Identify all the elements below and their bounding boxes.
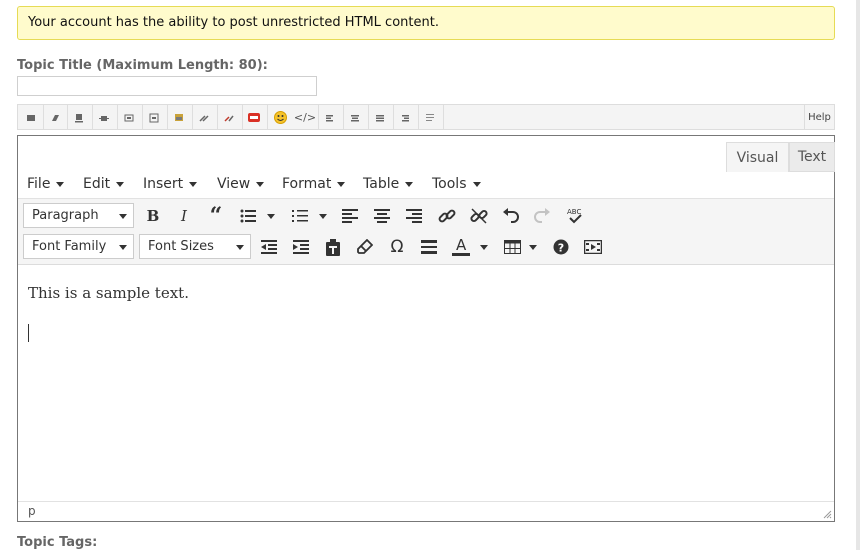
text-color-icon[interactable]: A	[448, 234, 474, 260]
chevron-down-icon	[480, 244, 488, 250]
special-character-icon[interactable]: Ω	[384, 234, 410, 260]
table-icon[interactable]	[499, 234, 525, 260]
text-color-dropdown[interactable]	[478, 234, 490, 260]
qt-align-left-icon[interactable]	[319, 108, 341, 127]
link-icon[interactable]	[434, 203, 460, 229]
redo-icon[interactable]	[529, 203, 555, 229]
paste-text-icon[interactable]	[320, 234, 346, 260]
qt-align-center-icon[interactable]	[344, 108, 366, 127]
spellcheck-icon[interactable]: ABC	[562, 203, 588, 229]
chevron-down-icon	[189, 181, 198, 187]
qt-bold-icon[interactable]	[20, 108, 42, 127]
align-right-icon[interactable]	[401, 203, 427, 229]
font-family-select-value: Font Family	[32, 239, 107, 254]
menu-tools-label: Tools	[432, 176, 467, 192]
qt-help-button[interactable]: Help	[804, 105, 834, 129]
editor-content-text[interactable]: This is a sample text.	[28, 284, 189, 302]
table-dropdown[interactable]	[527, 234, 539, 260]
page-scrollbar[interactable]	[856, 0, 860, 550]
align-left-icon[interactable]	[337, 203, 363, 229]
tab-text[interactable]: Text	[789, 142, 835, 172]
menu-view[interactable]: View	[217, 176, 265, 192]
font-size-select[interactable]: Font Sizes	[139, 234, 251, 259]
format-select[interactable]: Paragraph	[23, 203, 134, 228]
editor-toolbar: Paragraph B I “ ABC Font Family Font Siz…	[18, 198, 834, 265]
qt-italic-icon[interactable]	[44, 108, 66, 127]
numbered-list-dropdown[interactable]	[317, 203, 329, 229]
menu-table-label: Table	[363, 176, 400, 192]
chevron-down-icon	[472, 181, 481, 187]
horizontal-line-icon[interactable]	[416, 234, 442, 260]
bold-icon[interactable]: B	[140, 203, 166, 229]
undo-icon[interactable]	[498, 203, 524, 229]
chevron-down-icon	[236, 245, 244, 250]
align-center-icon[interactable]	[369, 203, 395, 229]
chevron-down-icon	[267, 213, 275, 219]
menu-file-label: File	[27, 176, 51, 192]
bullet-list-icon[interactable]	[235, 203, 261, 229]
editor-statusbar: p	[18, 501, 834, 521]
bullet-list-dropdown[interactable]	[265, 203, 277, 229]
media-icon[interactable]	[580, 234, 606, 260]
chevron-down-icon	[337, 181, 346, 187]
chevron-down-icon	[256, 181, 265, 187]
quicktags-toolbar: </> Help	[17, 104, 835, 130]
font-size-select-value: Font Sizes	[148, 239, 214, 254]
help-icon[interactable]: ?	[548, 234, 574, 260]
qt-list-icon[interactable]	[419, 108, 441, 127]
qt-youtube-icon[interactable]	[243, 108, 265, 127]
svg-text:ABC: ABC	[567, 208, 581, 216]
qt-unlink-icon[interactable]	[218, 108, 240, 127]
chevron-down-icon	[405, 181, 414, 187]
qt-image-icon[interactable]	[168, 108, 190, 127]
menu-file[interactable]: File	[27, 176, 65, 192]
tab-visual[interactable]: Visual	[726, 142, 789, 172]
topic-tags-label: Topic Tags:	[17, 535, 98, 550]
element-path[interactable]: p	[28, 504, 36, 518]
menu-view-label: View	[217, 176, 251, 192]
topic-title-label: Topic Title (Maximum Length: 80):	[17, 58, 268, 73]
indent-icon[interactable]	[288, 234, 314, 260]
outdent-icon[interactable]	[256, 234, 282, 260]
qt-align-right-icon[interactable]	[394, 108, 416, 127]
blockquote-icon[interactable]: “	[203, 203, 229, 229]
qt-code-block-icon[interactable]	[143, 108, 165, 127]
chevron-down-icon	[319, 213, 327, 219]
rich-text-editor: Visual Text File Edit Insert View Format…	[17, 135, 835, 522]
chevron-down-icon	[56, 181, 65, 187]
html-permission-notice: Your account has the ability to post unr…	[17, 6, 835, 40]
menu-table[interactable]: Table	[363, 176, 414, 192]
text-cursor	[28, 324, 29, 342]
editor-menubar: File Edit Insert View Format Table Tools	[18, 174, 834, 198]
menu-format-label: Format	[282, 176, 332, 192]
chevron-down-icon	[529, 244, 537, 250]
numbered-list-icon[interactable]	[287, 203, 313, 229]
chevron-down-icon	[119, 245, 127, 250]
qt-smiley-icon[interactable]	[269, 108, 291, 127]
clear-formatting-icon[interactable]	[352, 234, 378, 260]
svg-text:A: A	[456, 237, 467, 254]
svg-text:?: ?	[558, 242, 564, 255]
chevron-down-icon	[119, 214, 127, 219]
menu-edit-label: Edit	[83, 176, 111, 192]
qt-align-justify-icon[interactable]	[369, 108, 391, 127]
menu-insert-label: Insert	[143, 176, 184, 192]
qt-code-icon[interactable]: </>	[293, 108, 317, 127]
font-family-select[interactable]: Font Family	[23, 234, 134, 259]
unlink-icon[interactable]	[466, 203, 492, 229]
menu-tools[interactable]: Tools	[432, 176, 481, 192]
qt-quote-icon[interactable]	[118, 108, 140, 127]
qt-strike-icon[interactable]	[93, 108, 115, 127]
qt-underline-icon[interactable]	[68, 108, 90, 127]
menu-edit[interactable]: Edit	[83, 176, 125, 192]
resize-grip-icon[interactable]	[822, 509, 832, 519]
qt-link-icon[interactable]	[193, 108, 215, 127]
menu-insert[interactable]: Insert	[143, 176, 198, 192]
menu-format[interactable]: Format	[282, 176, 346, 192]
format-select-value: Paragraph	[32, 208, 99, 223]
topic-title-input[interactable]	[17, 76, 317, 96]
italic-icon[interactable]: I	[171, 203, 197, 229]
chevron-down-icon	[116, 181, 125, 187]
